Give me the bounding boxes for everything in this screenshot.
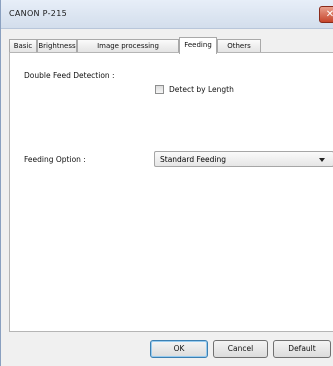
- default-label: Default: [288, 344, 316, 353]
- tab-label: Feeding: [184, 41, 212, 49]
- feeding-option-value: Standard Feeding: [160, 155, 226, 164]
- feeding-panel: Double Feed Detection : Detect by Length…: [9, 52, 333, 332]
- window-title: CANON P-215: [9, 9, 67, 18]
- tab-basic[interactable]: Basic: [9, 39, 37, 52]
- tab-brightness[interactable]: Brightness: [37, 39, 77, 52]
- ok-label: OK: [173, 344, 185, 353]
- cancel-label: Cancel: [227, 344, 254, 353]
- tab-others[interactable]: Others: [217, 39, 261, 52]
- ok-button[interactable]: OK: [150, 340, 208, 358]
- dialog-window: CANON P-215 ✕ Basic Brightness Image pro…: [0, 0, 333, 366]
- chevron-down-icon: [319, 158, 325, 162]
- close-icon[interactable]: ✕: [319, 6, 333, 23]
- tab-image-processing[interactable]: Image processing: [77, 39, 179, 52]
- detect-by-length-label[interactable]: Detect by Length: [169, 85, 234, 94]
- feeding-option-label: Feeding Option :: [24, 155, 86, 164]
- tab-label: Brightness: [38, 42, 76, 50]
- tab-label: Basic: [13, 42, 33, 50]
- detect-by-length-checkbox[interactable]: [155, 85, 164, 94]
- tab-feeding[interactable]: Feeding: [179, 37, 217, 54]
- default-button[interactable]: Default: [273, 340, 331, 358]
- double-feed-label: Double Feed Detection :: [24, 71, 115, 80]
- cancel-button[interactable]: Cancel: [213, 340, 268, 358]
- feeding-option-select[interactable]: Standard Feeding: [154, 151, 333, 167]
- title-bar[interactable]: CANON P-215 ✕: [1, 0, 333, 29]
- tab-label: Others: [227, 42, 251, 50]
- tab-label: Image processing: [97, 42, 159, 50]
